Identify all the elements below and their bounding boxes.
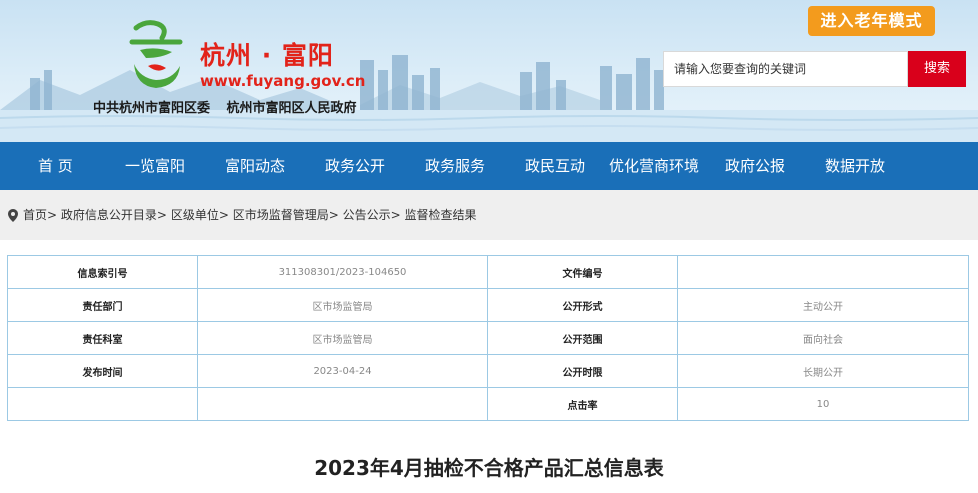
fuyang-logo-icon: [129, 20, 183, 88]
elder-mode-button[interactable]: 进入老年模式: [808, 6, 935, 36]
breadcrumb-separator: >: [47, 208, 58, 222]
info-value: 主动公开: [677, 288, 969, 322]
info-value: 区市场监管局: [197, 288, 488, 322]
nav-item-business-env[interactable]: 优化营商环境: [609, 142, 699, 190]
table-row: 信息索引号 311308301/2023-104650 文件编号: [7, 255, 969, 289]
info-value: 面向社会: [677, 321, 969, 355]
breadcrumb-bar: 首页> 政府信息公开目录> 区级单位> 区市场监督管理局> 公告公示> 监督检查…: [0, 190, 978, 240]
org-name-party: 中共杭州市富阳区委: [93, 101, 211, 116]
page: 杭州 · 富阳 www.fuyang.gov.cn 中共杭州市富阳区委 杭州市富…: [0, 0, 978, 493]
info-value: 长期公开: [677, 354, 969, 388]
breadcrumb-item-district-units[interactable]: 区级单位: [171, 208, 219, 222]
table-row: 责任部门 区市场监管局 公开形式 主动公开: [7, 288, 969, 322]
info-value: 2023-04-24: [197, 354, 488, 388]
info-key: 公开形式: [487, 288, 678, 322]
info-value: [197, 387, 488, 421]
nav-item-gazette[interactable]: 政府公报: [725, 142, 785, 190]
breadcrumb-item-catalog[interactable]: 政府信息公开目录: [61, 208, 157, 222]
info-key: 点击率: [487, 387, 678, 421]
org-names: 中共杭州市富阳区委 杭州市富阳区人民政府: [93, 97, 369, 116]
nav-item-home[interactable]: 首 页: [38, 142, 73, 190]
header-banner: 杭州 · 富阳 www.fuyang.gov.cn 中共杭州市富阳区委 杭州市富…: [0, 0, 978, 142]
info-value: 10: [677, 387, 969, 421]
location-pin-icon: [8, 209, 18, 222]
breadcrumb-item-home[interactable]: 首页: [23, 208, 47, 222]
table-row: 责任科室 区市场监管局 公开范围 面向社会: [7, 321, 969, 355]
document-title: 2023年4月抽检不合格产品汇总信息表: [314, 456, 664, 480]
info-key: 文件编号: [487, 255, 678, 289]
site-name: 杭州 · 富阳: [200, 41, 334, 70]
breadcrumb-item-announcements[interactable]: 公告公示: [343, 208, 391, 222]
site-url: www.fuyang.gov.cn: [200, 72, 366, 90]
search-input[interactable]: [663, 51, 908, 87]
info-value: 311308301/2023-104650: [197, 255, 488, 289]
breadcrumb-item-market-bureau[interactable]: 区市场监督管理局: [233, 208, 329, 222]
info-table: 信息索引号 311308301/2023-104650 文件编号 责任部门 区市…: [7, 255, 969, 421]
info-key: [7, 387, 198, 421]
breadcrumb-separator: >: [328, 208, 339, 222]
main-nav: 首 页 一览富阳 富阳动态 政务公开 政务服务 政民互动 优化营商环境 政府公报…: [0, 142, 978, 190]
info-value: 区市场监管局: [197, 321, 488, 355]
info-key: 公开范围: [487, 321, 678, 355]
nav-item-open-data[interactable]: 数据开放: [825, 142, 885, 190]
info-value: [677, 255, 969, 289]
org-name-government: 杭州市富阳区人民政府: [226, 101, 357, 116]
nav-item-gov-services[interactable]: 政务服务: [425, 142, 485, 190]
search-button[interactable]: 搜索: [908, 51, 966, 87]
info-key: 信息索引号: [7, 255, 198, 289]
info-key: 公开时限: [487, 354, 678, 388]
breadcrumb-item-inspection-results[interactable]: 监督检查结果: [405, 208, 477, 222]
nav-item-interaction[interactable]: 政民互动: [525, 142, 585, 190]
breadcrumb-separator: >: [390, 208, 401, 222]
table-row: 发布时间 2023-04-24 公开时限 长期公开: [7, 354, 969, 388]
info-key: 责任科室: [7, 321, 198, 355]
breadcrumb-separator: >: [156, 208, 167, 222]
breadcrumb: 首页> 政府信息公开目录> 区级单位> 区市场监督管理局> 公告公示> 监督检查…: [8, 190, 477, 240]
table-row: 点击率 10: [7, 387, 969, 421]
nav-item-news[interactable]: 富阳动态: [225, 142, 285, 190]
breadcrumb-separator: >: [218, 208, 229, 222]
info-key: 责任部门: [7, 288, 198, 322]
nav-item-overview[interactable]: 一览富阳: [125, 142, 185, 190]
info-key: 发布时间: [7, 354, 198, 388]
nav-item-gov-affairs[interactable]: 政务公开: [325, 142, 385, 190]
